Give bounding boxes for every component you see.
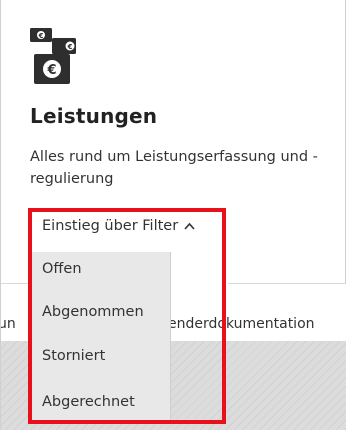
chevron-up-icon [184, 218, 195, 234]
filter-option-abgerechnet[interactable]: Abgerechnet [42, 394, 135, 410]
svg-text:€: € [46, 63, 56, 78]
page: € € € Leistungen Alles rund um Leistungs… [0, 0, 346, 430]
divider-left [0, 0, 1, 430]
svg-text:€: € [38, 32, 44, 40]
tile-description: Alles rund um Leistungserfassung und -re… [30, 149, 318, 187]
filter-dropdown-trigger[interactable]: Einstieg über Filter [42, 218, 195, 234]
money-stack-icon: € € € [30, 28, 76, 84]
filter-option-offen[interactable]: Offen [42, 261, 82, 277]
svg-text:€: € [67, 43, 73, 51]
background-text-right: enderdokumentation [168, 316, 315, 332]
filter-option-abgenommen[interactable]: Abgenommen [42, 304, 144, 320]
filter-dropdown-menu: Offen Abgenommen Storniert Abgerechnet [32, 252, 171, 420]
filter-option-storniert[interactable]: Storniert [42, 348, 105, 364]
menu-extension [170, 252, 228, 284]
leistungen-tile[interactable]: € € € Leistungen Alles rund um Leistungs… [0, 0, 346, 283]
background-text-left: un [0, 316, 16, 332]
filter-trigger-label: Einstieg über Filter [42, 218, 179, 234]
tile-title: Leistungen [30, 104, 158, 128]
